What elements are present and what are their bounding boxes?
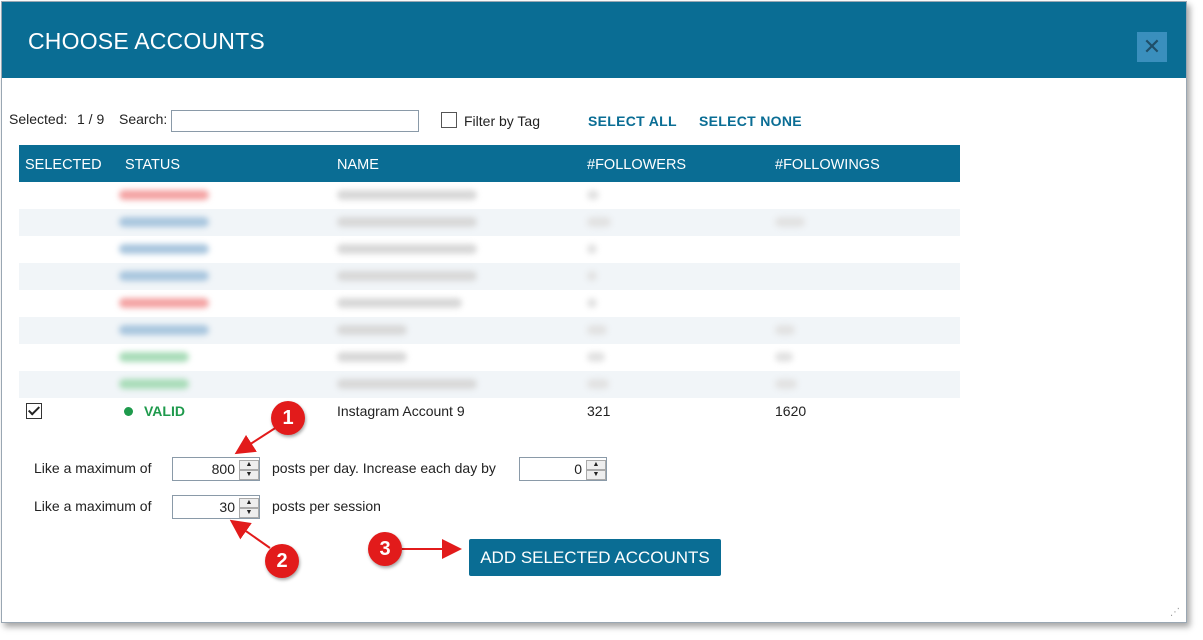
table-row-blurred	[19, 290, 960, 317]
blurred-followers	[587, 244, 597, 254]
stepper-up-icon[interactable]: ▲	[239, 460, 259, 470]
blurred-followings	[775, 217, 805, 227]
like-max-label: Like a maximum of	[34, 498, 152, 514]
posts-per-day-label: posts per day. Increase each day by	[272, 460, 496, 476]
increase-each-day-value: 0	[574, 461, 582, 477]
blurred-status	[119, 379, 189, 389]
resize-grip-icon[interactable]: ⋰	[1170, 607, 1180, 618]
annotation-badge-2: 2	[265, 544, 299, 578]
blurred-followers	[587, 298, 597, 308]
blurred-followings	[775, 325, 795, 335]
blurred-name	[337, 190, 477, 200]
blurred-name	[337, 217, 477, 227]
annotation-badge-3: 3	[368, 532, 402, 566]
posts-per-day-stepper[interactable]: 800 ▲ ▼	[172, 457, 260, 481]
table-row-blurred	[19, 371, 960, 398]
blurred-followers	[587, 379, 609, 389]
like-max-label: Like a maximum of	[34, 460, 152, 476]
dialog-titlebar: CHOOSE ACCOUNTS ✕	[2, 2, 1186, 78]
close-icon[interactable]: ✕	[1137, 32, 1167, 62]
row-name: Instagram Account 9	[337, 403, 465, 419]
table-row-blurred	[19, 182, 960, 209]
blurred-name	[337, 298, 462, 308]
status-dot-icon	[124, 407, 133, 416]
row-followers: 321	[587, 403, 611, 419]
blurred-status	[119, 271, 209, 281]
posts-per-session-stepper[interactable]: 30 ▲ ▼	[172, 495, 260, 519]
blurred-followers	[587, 217, 611, 227]
blurred-followers	[587, 325, 607, 335]
blurred-followings	[775, 352, 793, 362]
blurred-status	[119, 325, 209, 335]
filter-by-tag-label: Filter by Tag	[464, 113, 540, 129]
table-row-blurred	[19, 236, 960, 263]
posts-per-day-value: 800	[211, 461, 235, 477]
stepper-down-icon[interactable]: ▼	[586, 470, 606, 480]
row-status: VALID	[144, 403, 185, 419]
column-header-name[interactable]: NAME	[337, 157, 379, 173]
choose-accounts-dialog: CHOOSE ACCOUNTS ✕ Selected: 1 / 9 Search…	[1, 1, 1187, 623]
stepper-up-icon[interactable]: ▲	[239, 498, 259, 508]
selected-count: 1 / 9	[77, 111, 105, 127]
table-header: SELECTED STATUS NAME #FOLLOWERS #FOLLOWI…	[19, 145, 960, 182]
blurred-name	[337, 325, 407, 335]
column-header-followings[interactable]: #FOLLOWINGS	[775, 157, 880, 173]
stepper-down-icon[interactable]: ▼	[239, 470, 259, 480]
search-input[interactable]	[171, 110, 419, 132]
blurred-followers	[587, 352, 605, 362]
table-row-blurred	[19, 344, 960, 371]
posts-per-session-value: 30	[219, 499, 235, 515]
search-label: Search:	[119, 111, 168, 127]
select-none-link[interactable]: SELECT NONE	[699, 113, 802, 129]
table-row-blurred	[19, 317, 960, 344]
blurred-name	[337, 379, 477, 389]
blurred-status	[119, 244, 209, 254]
column-header-selected[interactable]: SELECTED	[25, 157, 102, 173]
blurred-status	[119, 190, 209, 200]
blurred-followers	[587, 190, 599, 200]
accounts-table: SELECTED STATUS NAME #FOLLOWERS #FOLLOWI…	[19, 145, 960, 425]
blurred-followings	[775, 379, 797, 389]
column-header-status[interactable]: STATUS	[125, 157, 180, 173]
posts-per-session-label: posts per session	[272, 498, 381, 514]
table-row[interactable]: VALID Instagram Account 9 321 1620	[19, 398, 960, 425]
table-row-blurred	[19, 209, 960, 236]
annotation-badge-1: 1	[271, 401, 305, 435]
blurred-status	[119, 352, 189, 362]
selected-label: Selected:	[9, 111, 68, 127]
column-header-followers[interactable]: #FOLLOWERS	[587, 157, 686, 173]
blurred-name	[337, 271, 477, 281]
toolbar: Selected: 1 / 9 Search: Filter by Tag SE…	[2, 102, 1182, 142]
table-row-blurred	[19, 263, 960, 290]
blurred-status	[119, 217, 209, 227]
add-selected-accounts-button[interactable]: ADD SELECTED ACCOUNTS	[469, 539, 721, 576]
filter-by-tag-checkbox[interactable]	[441, 112, 457, 128]
increase-each-day-stepper[interactable]: 0 ▲ ▼	[519, 457, 607, 481]
select-all-link[interactable]: SELECT ALL	[588, 113, 677, 129]
dialog-title: CHOOSE ACCOUNTS	[28, 28, 265, 54]
stepper-down-icon[interactable]: ▼	[239, 508, 259, 518]
row-selected-checkbox[interactable]	[26, 403, 42, 419]
row-followings: 1620	[775, 403, 807, 419]
blurred-status	[119, 298, 209, 308]
blurred-name	[337, 352, 407, 362]
stepper-up-icon[interactable]: ▲	[586, 460, 606, 470]
blurred-name	[337, 244, 477, 254]
blurred-followers	[587, 271, 597, 281]
